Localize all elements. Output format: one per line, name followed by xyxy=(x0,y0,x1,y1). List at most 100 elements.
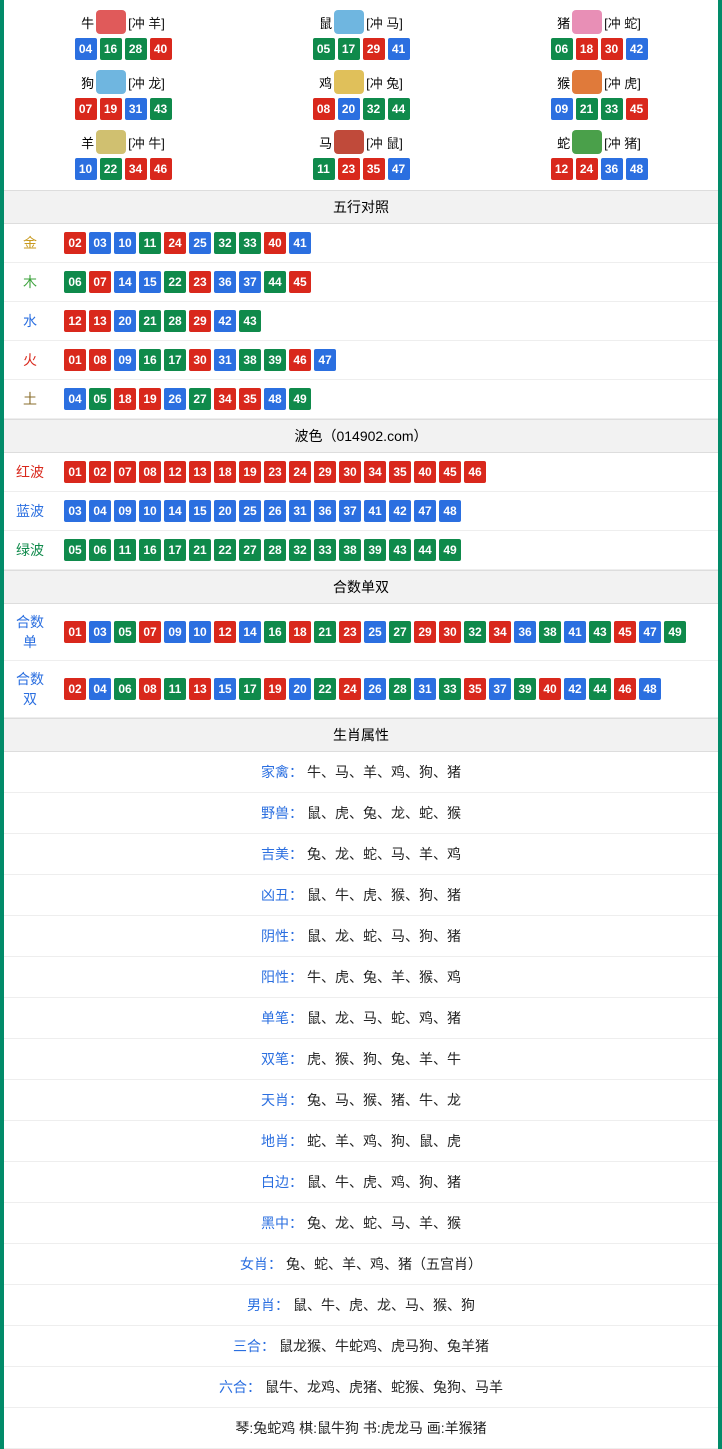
number-ball: 38 xyxy=(539,621,561,643)
number-ball: 02 xyxy=(89,461,111,483)
number-ball: 09 xyxy=(551,98,573,120)
number-ball: 41 xyxy=(364,500,386,522)
number-ball: 29 xyxy=(189,310,211,332)
number-ball: 39 xyxy=(364,539,386,561)
table-row: 土04051819262734354849 xyxy=(4,380,718,419)
number-ball: 37 xyxy=(489,678,511,700)
zodiac-cell: 蛇[冲 猪]12243648 xyxy=(480,124,718,184)
attr-value: 鼠牛、龙鸡、虎猪、蛇猴、兔狗、马羊 xyxy=(265,1379,503,1395)
number-ball: 45 xyxy=(614,621,636,643)
number-ball: 07 xyxy=(114,461,136,483)
number-ball: 39 xyxy=(514,678,536,700)
number-ball: 20 xyxy=(338,98,360,120)
number-ball: 05 xyxy=(114,621,136,643)
zodiac-balls: 12243648 xyxy=(480,158,718,180)
number-ball: 24 xyxy=(164,232,186,254)
number-ball: 27 xyxy=(189,388,211,410)
section-header-wuxing: 五行对照 xyxy=(4,190,718,224)
number-ball: 13 xyxy=(89,310,111,332)
number-ball: 18 xyxy=(576,38,598,60)
number-ball: 12 xyxy=(164,461,186,483)
number-ball: 02 xyxy=(64,678,86,700)
attr-label: 双笔： xyxy=(261,1051,303,1067)
number-ball: 17 xyxy=(239,678,261,700)
number-ball: 22 xyxy=(100,158,122,180)
number-ball: 40 xyxy=(264,232,286,254)
attr-label: 三合： xyxy=(233,1338,275,1354)
attr-value: 鼠龙猴、牛蛇鸡、虎马狗、兔羊猪 xyxy=(279,1338,489,1354)
row-label: 火 xyxy=(4,341,56,380)
attrs-list: 家禽：牛、马、羊、鸡、狗、猪野兽：鼠、虎、兔、龙、蛇、猴吉美：兔、龙、蛇、马、羊… xyxy=(4,752,718,1449)
number-ball: 09 xyxy=(114,500,136,522)
zodiac-balls: 05172941 xyxy=(242,38,480,60)
zodiac-name: 鼠 xyxy=(319,13,332,32)
number-ball: 03 xyxy=(64,500,86,522)
zodiac-cell: 牛[冲 羊]04162840 xyxy=(4,4,242,64)
zodiac-cell: 猪[冲 蛇]06183042 xyxy=(480,4,718,64)
zodiac-clash: [冲 鼠] xyxy=(366,133,403,152)
number-ball: 18 xyxy=(214,461,236,483)
number-ball: 36 xyxy=(514,621,536,643)
row-label: 金 xyxy=(4,224,56,263)
attr-value: 牛、马、羊、鸡、狗、猪 xyxy=(307,764,461,780)
zodiac-cell: 羊[冲 牛]10223446 xyxy=(4,124,242,184)
zodiac-cell: 马 [冲 鼠] 11233547 xyxy=(242,124,480,184)
row-label: 合数单 xyxy=(4,604,56,661)
number-ball: 45 xyxy=(626,98,648,120)
table-row: 火0108091617303138394647 xyxy=(4,341,718,380)
row-balls: 0108091617303138394647 xyxy=(56,341,718,380)
number-ball: 39 xyxy=(264,349,286,371)
attr-label: 男肖： xyxy=(247,1297,289,1313)
number-ball: 48 xyxy=(626,158,648,180)
attr-label: 家禽： xyxy=(261,764,303,780)
number-ball: 06 xyxy=(114,678,136,700)
zodiac-balls: 11233547 xyxy=(242,158,480,180)
page-container: 牛[冲 羊]04162840鼠[冲 马]05172941猪[冲 蛇]061830… xyxy=(0,0,722,1449)
number-ball: 22 xyxy=(314,678,336,700)
number-ball: 02 xyxy=(64,232,86,254)
number-ball: 07 xyxy=(89,271,111,293)
attr-value: 鼠、牛、虎、龙、马、猴、狗 xyxy=(293,1297,475,1313)
attr-row: 地肖：蛇、羊、鸡、狗、鼠、虎 xyxy=(4,1121,718,1162)
number-ball: 14 xyxy=(239,621,261,643)
number-ball: 34 xyxy=(489,621,511,643)
number-ball: 25 xyxy=(189,232,211,254)
number-ball: 26 xyxy=(364,678,386,700)
number-ball: 42 xyxy=(626,38,648,60)
zodiac-clash: [冲 龙] xyxy=(128,73,165,92)
zodiac-name: 牛 xyxy=(81,13,94,32)
number-ball: 46 xyxy=(150,158,172,180)
number-ball: 34 xyxy=(125,158,147,180)
zodiac-name: 马 xyxy=(319,133,332,152)
number-ball: 01 xyxy=(64,349,86,371)
number-ball: 42 xyxy=(214,310,236,332)
number-ball: 05 xyxy=(89,388,111,410)
number-ball: 34 xyxy=(214,388,236,410)
zodiac-clash: [冲 马] xyxy=(366,13,403,32)
number-ball: 08 xyxy=(313,98,335,120)
number-ball: 04 xyxy=(64,388,86,410)
attr-label: 白边： xyxy=(261,1174,303,1190)
number-ball: 35 xyxy=(239,388,261,410)
attr-label: 黑中： xyxy=(261,1215,303,1231)
zodiac-clash: [冲 兔] xyxy=(366,73,403,92)
number-ball: 14 xyxy=(164,500,186,522)
number-ball: 33 xyxy=(239,232,261,254)
zodiac-icon xyxy=(334,70,364,94)
number-ball: 06 xyxy=(551,38,573,60)
number-ball: 08 xyxy=(139,461,161,483)
number-ball: 26 xyxy=(164,388,186,410)
row-label: 土 xyxy=(4,380,56,419)
number-ball: 29 xyxy=(314,461,336,483)
number-ball: 17 xyxy=(338,38,360,60)
zodiac-clash: [冲 猪] xyxy=(604,133,641,152)
zodiac-balls: 06183042 xyxy=(480,38,718,60)
number-ball: 41 xyxy=(289,232,311,254)
number-ball: 23 xyxy=(189,271,211,293)
attr-value: 兔、龙、蛇、马、羊、鸡 xyxy=(307,846,461,862)
row-label: 水 xyxy=(4,302,56,341)
number-ball: 12 xyxy=(64,310,86,332)
number-ball: 27 xyxy=(239,539,261,561)
attr-value: 鼠、虎、兔、龙、蛇、猴 xyxy=(307,805,461,821)
number-ball: 07 xyxy=(139,621,161,643)
